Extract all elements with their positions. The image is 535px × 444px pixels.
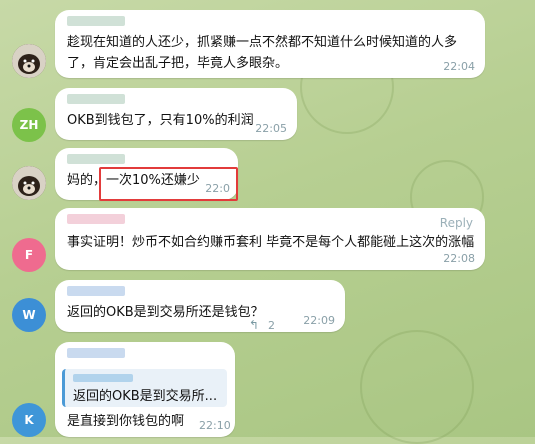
- sender-name-redacted[interactable]: [67, 214, 125, 224]
- dog-icon: [12, 166, 46, 200]
- reply-count: 2: [268, 319, 275, 332]
- message-text: 是直接到你钱包的啊: [67, 414, 185, 429]
- avatar-initials: W: [22, 308, 36, 322]
- message-text: 趁现在知道的人还少，抓紧赚一点不然都不知道什么时候知道的人多 了，肯定会出乱子把…: [67, 35, 458, 71]
- reply-button[interactable]: Reply: [440, 216, 473, 230]
- avatar-k[interactable]: K: [12, 403, 46, 437]
- message-text: 返回的OKB是到交易所还是钱包？: [67, 305, 264, 320]
- quoted-text: 返回的OKB是到交易所...: [73, 389, 218, 404]
- message-text: OKB到钱包了，只有10%的利润: [67, 113, 254, 128]
- message-bubble[interactable]: 返回的OKB是到交易所还是钱包？ ↰ 2 22:09: [55, 280, 345, 332]
- message-time: 22:05: [255, 122, 287, 135]
- dog-icon: [12, 44, 46, 78]
- message-bubble[interactable]: Reply 事实证明！炒币不如合约赚币套利 毕竟不是每个人都能碰上这次的涨幅 2…: [55, 208, 485, 270]
- message-bubble[interactable]: 趁现在知道的人还少，抓紧赚一点不然都不知道什么时候知道的人多 了，肯定会出乱子把…: [55, 10, 485, 78]
- reply-quote[interactable]: 返回的OKB是到交易所...: [62, 369, 227, 407]
- avatar-dog-2[interactable]: [12, 166, 46, 200]
- quoted-sender-redacted: [73, 374, 133, 382]
- sender-name-redacted[interactable]: [67, 154, 125, 164]
- avatar-initials: F: [24, 248, 34, 262]
- avatar-f[interactable]: F: [12, 238, 46, 272]
- avatar-initials: K: [24, 413, 34, 427]
- message-time: 22:10: [199, 419, 231, 432]
- message-time: 22:09: [303, 314, 335, 327]
- avatar-zh[interactable]: ZH: [12, 108, 46, 142]
- message-bubble[interactable]: OKB到钱包了，只有10%的利润 22:05: [55, 88, 297, 140]
- message-time: 22:08: [443, 252, 475, 265]
- message-time: 22:04: [443, 60, 475, 73]
- avatar-w[interactable]: W: [12, 298, 46, 332]
- avatar-initials: ZH: [19, 118, 39, 132]
- avatar-dog-1[interactable]: [12, 44, 46, 78]
- sender-name-redacted[interactable]: [67, 16, 125, 26]
- sender-name-redacted[interactable]: [67, 348, 125, 358]
- sender-name-redacted[interactable]: [67, 94, 125, 104]
- reply-arrow-icon: ↰: [248, 318, 259, 332]
- sender-name-redacted[interactable]: [67, 286, 125, 296]
- message-text: 事实证明！炒币不如合约赚币套利 毕竟不是每个人都能碰上这次的涨幅: [67, 235, 475, 250]
- replies-indicator[interactable]: ↰ 2: [249, 314, 275, 333]
- red-highlight-box: [99, 167, 238, 201]
- background-doodle: [360, 330, 474, 444]
